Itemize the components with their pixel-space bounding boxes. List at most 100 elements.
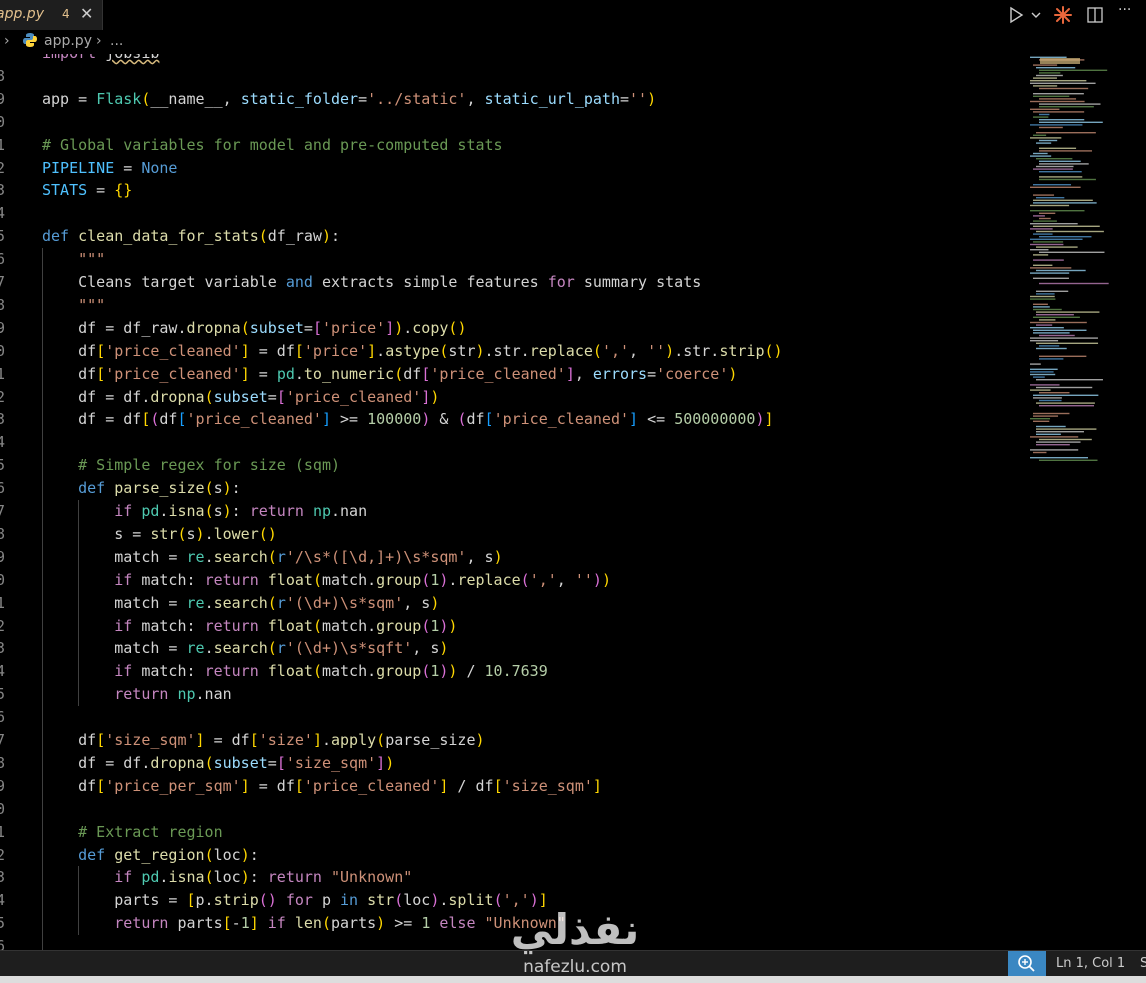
minimap-line — [1039, 345, 1060, 347]
minimap-line — [1039, 355, 1087, 357]
code-line[interactable]: 9 match = re.search(r'/\s*([\d,]+)\s*sqm… — [0, 546, 1024, 569]
breadcrumb-file[interactable]: app.py — [44, 33, 92, 49]
minimap-line — [1039, 459, 1098, 461]
line-number: 1 — [0, 593, 6, 612]
code-line[interactable]: 0 — [0, 798, 1024, 821]
code-line[interactable]: 5 def clean_data_for_stats(df_raw): — [0, 225, 1024, 248]
minimap-line — [1036, 74, 1063, 77]
code-line[interactable]: 8 df = df.dropna(subset=['size_sqm']) — [0, 752, 1024, 775]
status-item-truncated[interactable]: S — [1140, 956, 1146, 971]
code-editor[interactable]: import jobsib 8 9 app = Flask(__name__, sta… — [0, 54, 1024, 950]
minimap-line — [1033, 451, 1047, 454]
minimap-line — [1036, 379, 1103, 381]
minimap-line — [1036, 347, 1067, 350]
play-icon — [1010, 6, 1041, 24]
code-line[interactable]: 4 — [0, 202, 1024, 225]
more-actions-button[interactable]: ··· — [1118, 2, 1136, 20]
run-python-button[interactable] — [1008, 6, 1044, 24]
code-line[interactable]: 1 match = re.search(r'(\d+)\s*sqm', s) — [0, 592, 1024, 615]
minimap-line — [1036, 246, 1078, 248]
line-number: 1 — [0, 822, 6, 841]
code-line[interactable]: 6 """ — [0, 248, 1024, 271]
code-line[interactable]: 1 # Extract region — [0, 821, 1024, 844]
minimap-line — [1033, 168, 1073, 170]
cursor-position[interactable]: Ln 1, Col 1 — [1056, 956, 1125, 971]
code-line[interactable]: 2 if match: return float(match.group(1)) — [0, 615, 1024, 638]
code-line[interactable]: 3 if pd.isna(loc): return "Unknown" — [0, 866, 1024, 889]
minimap-line — [1033, 134, 1047, 136]
line-number: 8 — [0, 66, 6, 85]
minimap-line — [1039, 98, 1077, 100]
minimap-line — [1039, 438, 1092, 441]
code-line[interactable]: 3 df = df[(df['price_cleaned'] >= 100000… — [0, 408, 1024, 431]
code-line[interactable]: 7 if pd.isna(s): return np.nan — [0, 500, 1024, 523]
code-line[interactable]: 5 return np.nan — [0, 683, 1024, 706]
code-line[interactable]: 2 PIPELINE = None — [0, 157, 1024, 180]
code-line[interactable]: 8 s = str(s).lower() — [0, 523, 1024, 546]
minimap-line — [1030, 56, 1067, 58]
code-line[interactable]: 7 Cleans target variable and extracts si… — [0, 271, 1024, 294]
minimap[interactable] — [1026, 54, 1146, 950]
minimap-line — [1039, 212, 1056, 214]
minimap-line — [1036, 431, 1084, 433]
minimap-line — [1030, 228, 1053, 230]
code-line[interactable]: 5 # Simple regex for size (sqm) — [0, 454, 1024, 477]
code-line[interactable]: 0 df['price_cleaned'] = df['price'].asty… — [0, 340, 1024, 363]
minimap-line — [1036, 165, 1074, 168]
zoom-button[interactable] — [1008, 951, 1046, 977]
code-line[interactable]: 9 df['price_per_sqm'] = df['price_cleane… — [0, 775, 1024, 798]
code-text: # Simple regex for size (sqm) — [42, 456, 341, 475]
code-line[interactable]: 0 — [0, 111, 1024, 134]
minimap-line — [1033, 316, 1080, 318]
code-line[interactable]: 0 if match: return float(match.group(1).… — [0, 569, 1024, 592]
minimap-line — [1030, 243, 1064, 246]
minimap-line — [1039, 358, 1064, 360]
minimap-line — [1036, 433, 1061, 435]
line-number: 0 — [0, 570, 6, 589]
code-line[interactable]: 9 df = df_raw.dropna(subset=['price']).c… — [0, 317, 1024, 340]
split-editor-button[interactable] — [1086, 6, 1104, 24]
line-number: 1 — [0, 135, 6, 154]
code-line[interactable]: 6 def parse_size(s): — [0, 477, 1024, 500]
code-line[interactable]: import jobsib — [0, 54, 1024, 65]
line-number: 8 — [0, 524, 6, 543]
minimap-line — [1036, 425, 1066, 428]
minimap-line — [1030, 436, 1079, 438]
breadcrumb-symbols[interactable]: ... — [110, 33, 123, 49]
code-text: PIPELINE = None — [42, 158, 178, 177]
minimap-line — [1030, 371, 1054, 373]
code-line[interactable]: 1 # Global variables for model and pre-co… — [0, 134, 1024, 157]
code-line[interactable]: 2 df = df.dropna(subset=['price_cleaned'… — [0, 386, 1024, 409]
zoom-in-icon — [1018, 955, 1035, 972]
editor-tab-app-py[interactable]: app.py 4 ✕ — [0, 0, 103, 30]
minimap-line — [1033, 111, 1085, 113]
minimap-line — [1033, 233, 1053, 235]
code-line[interactable]: 3 match = re.search(r'(\d+)\s*sqft', s) — [0, 637, 1024, 660]
close-icon[interactable]: ✕ — [80, 4, 96, 23]
code-text: if match: return float(match.group(1).re… — [114, 570, 611, 589]
copilot-button[interactable] — [1054, 6, 1072, 24]
minimap-line — [1033, 254, 1049, 256]
code-line[interactable]: 8 — [0, 65, 1024, 88]
chevron-right-icon: › — [4, 33, 10, 49]
code-line[interactable]: 3 STATS = {} — [0, 179, 1024, 202]
code-line[interactable]: 7 df['size_sqm'] = df['size'].apply(pars… — [0, 729, 1024, 752]
code-text: df['price_cleaned'] = pd.to_numeric(df['… — [42, 364, 738, 383]
code-line[interactable]: 4 if match: return float(match.group(1))… — [0, 660, 1024, 683]
code-line[interactable]: 2 def get_region(loc): — [0, 844, 1024, 867]
line-number: 3 — [0, 181, 6, 200]
line-number: 7 — [0, 731, 6, 749]
minimap-line — [1030, 210, 1085, 212]
minimap-line — [1039, 69, 1108, 71]
minimap-line — [1033, 116, 1049, 118]
code-line[interactable]: 6 — [0, 706, 1024, 729]
minimap-line — [1033, 184, 1072, 186]
code-line[interactable]: 9 app = Flask(__name__, static_folder='..… — [0, 88, 1024, 111]
code-line[interactable]: 4 — [0, 431, 1024, 454]
code-text: df = df.dropna(subset=['size_sqm']) — [42, 753, 395, 772]
minimap-line — [1030, 137, 1062, 139]
code-text: import jobsib — [42, 54, 159, 65]
code-line[interactable]: 1 df['price_cleaned'] = pd.to_numeric(df… — [0, 363, 1024, 386]
minimap-line — [1036, 158, 1073, 160]
code-line[interactable]: 8 """ — [0, 294, 1024, 317]
